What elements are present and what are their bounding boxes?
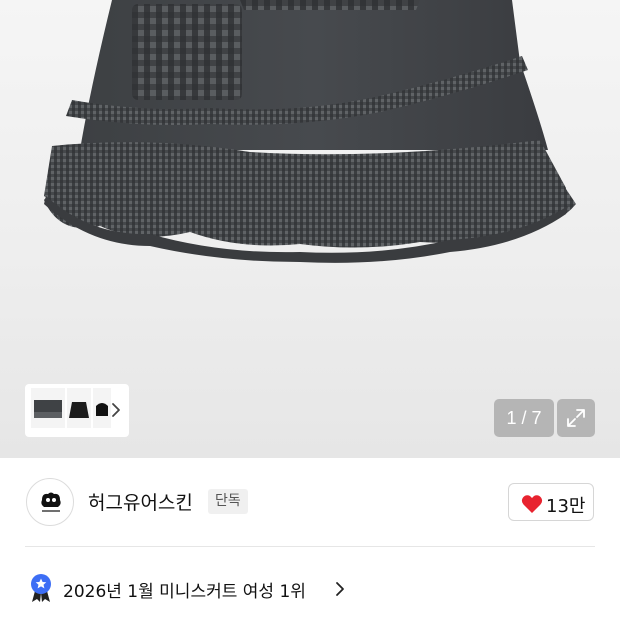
chevron-right-icon [336,582,344,596]
like-button[interactable]: 13만 [508,483,594,521]
thumbnail-black-skirt-image [69,402,89,418]
ranking-row[interactable]: 2026년 1월 미니스커트 여성 1위 [0,547,620,620]
expand-icon [567,409,585,427]
thumbnail-skirt[interactable] [31,388,65,428]
brand-logo[interactable] [26,478,74,526]
chevron-right-icon[interactable] [109,398,123,422]
thumbnail-strip[interactable] [25,384,129,437]
image-counter: 1 / 7 [494,399,554,437]
thumbnail-skirt-image [34,400,62,418]
exclusive-badge: 단독 [208,489,248,514]
brand-name[interactable]: 허그유어스킨 [88,488,193,515]
product-image-gallery[interactable]: 1 / 7 [0,0,620,458]
heart-icon [521,495,543,513]
ranking-text: 2026년 1월 미니스커트 여성 1위 [63,582,306,602]
like-count: 13만 [546,496,586,517]
thumbnail-black-skirt[interactable] [67,388,91,428]
rank-medal-icon [31,574,51,602]
expand-button[interactable] [557,399,595,437]
brand-row: 허그유어스킨 단독 13만 [0,458,620,546]
brand-logo-icon [41,492,61,512]
